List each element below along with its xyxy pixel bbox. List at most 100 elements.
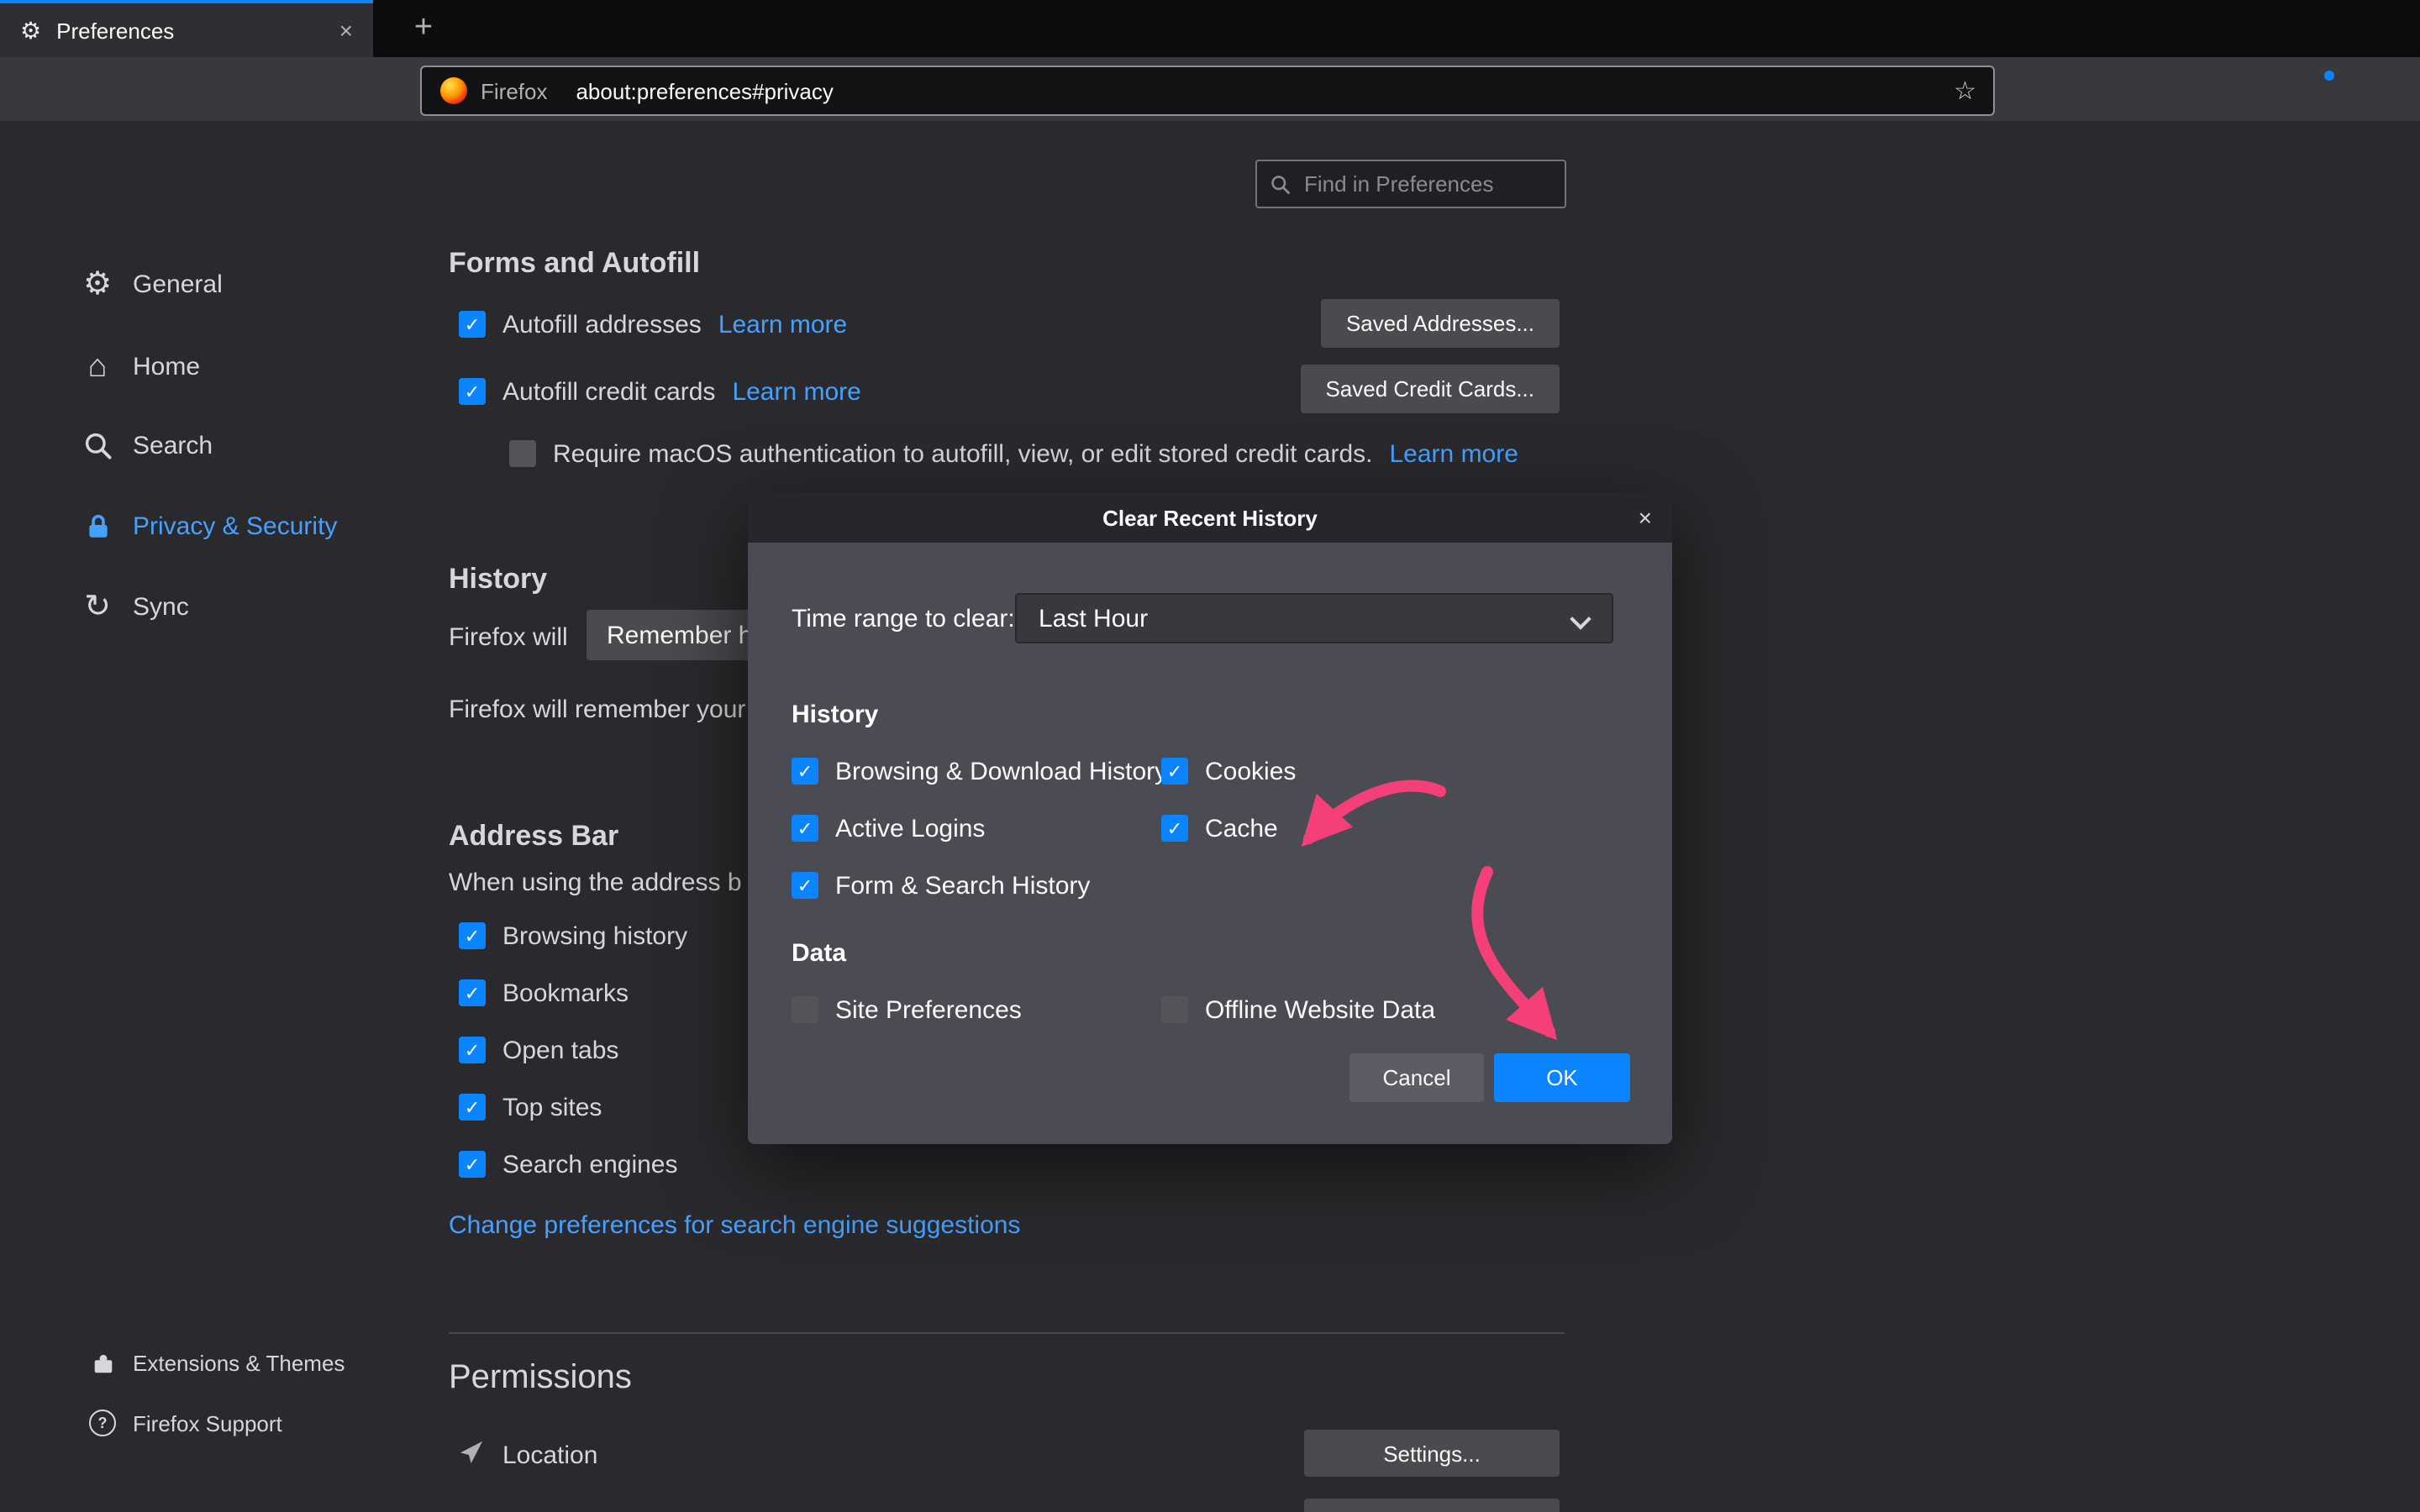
site-preferences-checkbox[interactable] [792, 996, 818, 1023]
active-logins-label: Active Logins [835, 814, 985, 843]
forms-autofill-heading: Forms and Autofill [449, 247, 700, 281]
home-icon: ⌂ [77, 350, 118, 382]
sidebar-item-privacy-security[interactable]: Privacy & Security [67, 501, 337, 551]
sidebar-item-label: General [133, 270, 223, 298]
sidebar-item-sync[interactable]: ↻ Sync [67, 581, 189, 632]
autofill-addresses-label: Autofill addresses [502, 310, 702, 339]
firefox-logo-icon [440, 77, 467, 104]
active-logins-checkbox[interactable] [792, 815, 818, 842]
autofill-addresses-checkbox[interactable] [459, 311, 486, 338]
cache-label: Cache [1205, 814, 1278, 843]
browsing-download-history-checkbox[interactable] [792, 758, 818, 785]
history-description: Firefox will remember your [449, 696, 745, 724]
section-divider [449, 1332, 1565, 1334]
cache-row: Cache [1161, 813, 1278, 843]
history-mode-value: Remember h [607, 621, 752, 649]
bookmarks-label: Bookmarks [502, 979, 629, 1007]
require-macos-auth-label: Require macOS authentication to autofill… [553, 439, 1373, 468]
sidebar-item-label: Search [133, 431, 213, 459]
bookmarks-checkbox[interactable] [459, 979, 486, 1006]
sidebar-item-home[interactable]: ⌂ Home [67, 341, 200, 391]
require-macos-auth-checkbox[interactable] [509, 440, 536, 467]
find-preferences-input[interactable] [1255, 160, 1566, 208]
autofill-credit-cards-label: Autofill credit cards [502, 377, 715, 406]
location-label: Location [502, 1441, 597, 1470]
sidebar-item-label: Privacy & Security [133, 512, 337, 540]
saved-addresses-button[interactable]: Saved Addresses... [1321, 299, 1560, 348]
autofill-credit-cards-learn-more-link[interactable]: Learn more [732, 377, 860, 406]
open-tabs-row: Open tabs [459, 1035, 618, 1065]
cookies-label: Cookies [1205, 757, 1296, 785]
firefox-window: ⚙ Preferences × + ← → ↻ ⌂ Firefox about:… [0, 0, 2420, 1512]
open-tabs-checkbox[interactable] [459, 1037, 486, 1063]
chevron-down-icon [1570, 608, 1591, 629]
autofill-addresses-row: Autofill addresses Learn more [459, 309, 847, 339]
form-search-history-checkbox[interactable] [792, 872, 818, 899]
browsing-download-history-label: Browsing & Download History [835, 757, 1167, 785]
sidebar-item-search[interactable]: Search [67, 420, 213, 470]
top-sites-label: Top sites [502, 1093, 602, 1121]
question-icon: ? [87, 1410, 118, 1436]
location-icon [459, 1440, 484, 1473]
find-in-preferences [1255, 160, 1566, 208]
dialog-close-icon[interactable]: × [1639, 492, 1652, 543]
url-text: about:preferences#privacy [576, 78, 833, 103]
saved-credit-cards-button[interactable]: Saved Credit Cards... [1300, 365, 1560, 413]
tab-preferences[interactable]: ⚙ Preferences × [0, 0, 373, 57]
offline-website-data-label: Offline Website Data [1205, 995, 1435, 1024]
lock-icon [77, 512, 118, 540]
browsing-history-checkbox[interactable] [459, 922, 486, 949]
cookies-checkbox[interactable] [1161, 758, 1188, 785]
browsing-history-label: Browsing history [502, 921, 687, 950]
cache-checkbox[interactable] [1161, 815, 1188, 842]
form-search-history-label: Form & Search History [835, 871, 1090, 900]
cancel-button[interactable]: Cancel [1349, 1053, 1484, 1102]
autofill-addresses-learn-more-link[interactable]: Learn more [718, 310, 847, 339]
address-bar-heading: Address Bar [449, 820, 618, 853]
dialog-title: Clear Recent History [1102, 505, 1318, 530]
time-range-select[interactable]: Last Hour [1015, 593, 1613, 643]
dialog-header: Clear Recent History × [748, 492, 1672, 543]
sidebar-item-general[interactable]: ⚙ General [67, 259, 223, 309]
sidebar-item-extensions-themes[interactable]: Extensions & Themes [74, 1344, 345, 1381]
top-sites-checkbox[interactable] [459, 1094, 486, 1121]
sidebar-item-firefox-support[interactable]: ? Firefox Support [74, 1404, 282, 1441]
tab-title: Preferences [56, 18, 339, 43]
url-brand-label: Firefox [481, 78, 547, 103]
sidebar-item-label: Firefox Support [133, 1410, 282, 1436]
bookmarks-row: Bookmarks [459, 978, 629, 1008]
search-suggestions-preferences-link[interactable]: Change preferences for search engine sug… [449, 1211, 1020, 1240]
autofill-credit-cards-row: Autofill credit cards Learn more [459, 376, 861, 407]
search-icon [1270, 173, 1291, 203]
active-logins-row: Active Logins [792, 813, 985, 843]
permissions-heading: Permissions [449, 1359, 632, 1398]
bookmark-star-icon[interactable]: ☆ [1954, 76, 1976, 106]
account-notification-dot [2324, 71, 2334, 81]
sidebar-item-label: Sync [133, 592, 189, 621]
site-preferences-row: Site Preferences [792, 995, 1022, 1025]
site-preferences-label: Site Preferences [835, 995, 1022, 1024]
new-tab-button[interactable]: + [400, 0, 447, 57]
partial-settings-button[interactable] [1304, 1499, 1560, 1512]
search-icon [77, 431, 118, 459]
firefox-will-label: Firefox will [449, 623, 568, 652]
time-range-value: Last Hour [1039, 604, 1148, 633]
puzzle-icon [87, 1350, 118, 1375]
gear-icon: ⚙ [77, 268, 118, 300]
history-heading: History [449, 563, 547, 596]
gear-icon: ⚙ [20, 18, 41, 42]
offline-website-data-row: Offline Website Data [1161, 995, 1435, 1025]
url-bar[interactable]: Firefox about:preferences#privacy ☆ [420, 66, 1995, 116]
tab-close-icon[interactable]: × [339, 17, 353, 44]
location-settings-button[interactable]: Settings... [1304, 1430, 1560, 1477]
sync-icon: ↻ [77, 591, 118, 622]
autofill-credit-cards-checkbox[interactable] [459, 378, 486, 405]
ok-button[interactable]: OK [1494, 1053, 1630, 1102]
top-sites-row: Top sites [459, 1092, 602, 1122]
search-engines-label: Search engines [502, 1150, 678, 1179]
offline-website-data-checkbox[interactable] [1161, 996, 1188, 1023]
browsing-download-history-row: Browsing & Download History [792, 756, 1167, 786]
dialog-history-heading: History [792, 701, 878, 729]
search-engines-checkbox[interactable] [459, 1151, 486, 1178]
require-macos-auth-learn-more-link[interactable]: Learn more [1390, 439, 1518, 468]
